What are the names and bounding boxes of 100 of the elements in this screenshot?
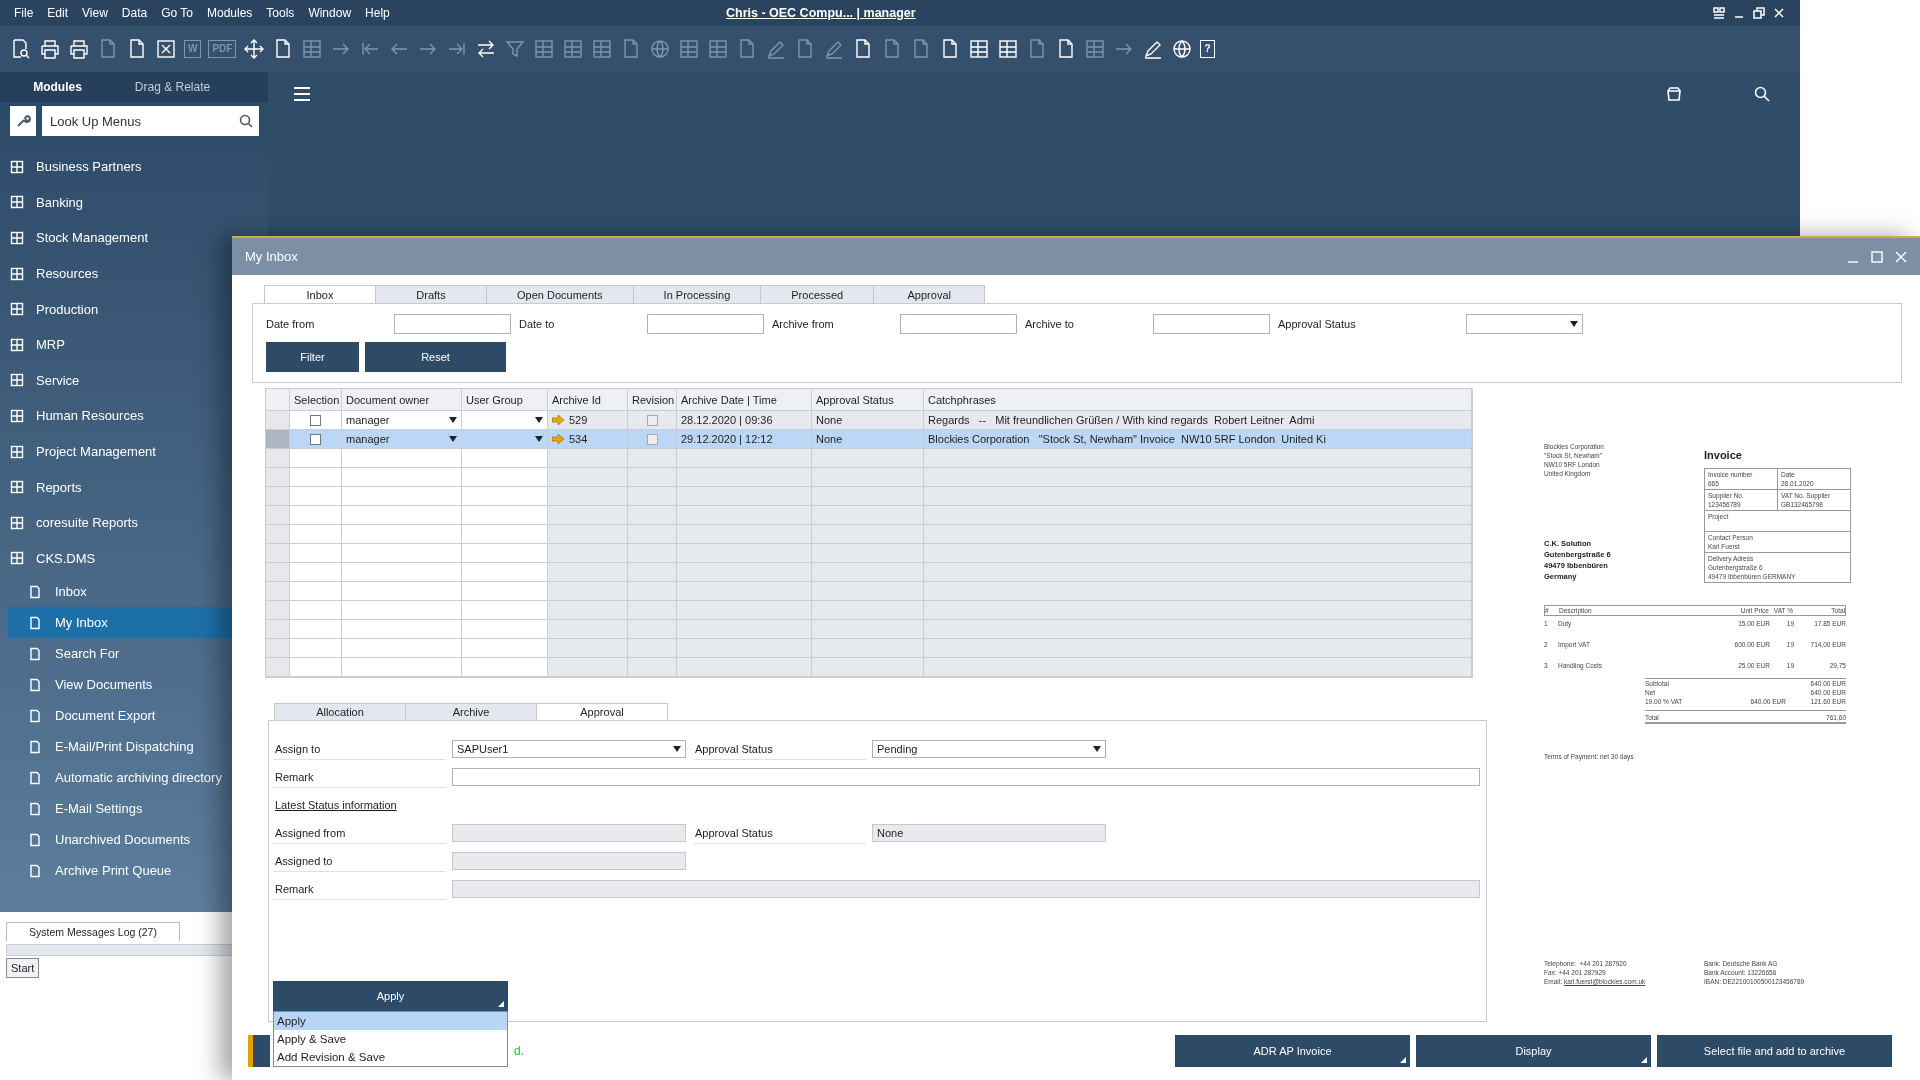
search-icon[interactable] (1754, 86, 1770, 102)
column-header[interactable]: Document owner (342, 389, 462, 411)
tab[interactable]: Approval (536, 703, 668, 720)
close-icon[interactable] (1772, 6, 1786, 20)
wrench-button[interactable] (10, 106, 36, 136)
menu-item[interactable]: View (82, 6, 108, 20)
sidebar-subitem[interactable]: Unarchived Documents (8, 824, 232, 856)
layout-icon[interactable] (1712, 6, 1726, 20)
grid-icon[interactable] (968, 38, 991, 60)
sidebar-item[interactable]: Project Management (0, 433, 232, 470)
filter-button[interactable]: Filter (266, 342, 359, 372)
dropdown-field[interactable] (1466, 314, 1583, 334)
input-field[interactable] (900, 314, 1017, 334)
table-row[interactable]: manager 534 29.12.2020 | 12:12 None Blockies Corporation "Stock St, Newham" Invoice NW10 5RF London United Ki (266, 430, 1472, 449)
tab[interactable]: Open Documents (486, 285, 634, 303)
sidebar-subitem[interactable]: View Documents (8, 669, 232, 701)
menu-item[interactable]: Help (365, 6, 390, 20)
column-header[interactable]: Catchphrases (924, 389, 1472, 411)
menu-icon[interactable] (293, 86, 311, 102)
tab[interactable]: Drafts (375, 285, 487, 303)
sidebar-item[interactable]: MRP (0, 326, 232, 363)
sidebar-item[interactable]: Service (0, 362, 232, 399)
sidebar-item[interactable]: Human Resources (0, 398, 232, 434)
restore-icon[interactable] (1752, 6, 1766, 20)
row-header-cell[interactable] (266, 430, 290, 449)
column-header[interactable]: Approval Status (812, 389, 924, 411)
dropdown-field[interactable]: Pending (872, 740, 1106, 758)
remark-field[interactable] (451, 768, 1480, 786)
menu-item[interactable]: Edit (47, 6, 69, 20)
action-button[interactable]: ADR AP Invoice (1175, 1035, 1410, 1067)
column-header[interactable]: Archive Id (548, 389, 628, 411)
sidebar-item[interactable]: CKS.DMS (0, 540, 232, 577)
sidebar-subitem[interactable]: E-Mail Settings (8, 793, 232, 825)
tab[interactable]: Approval (873, 285, 986, 303)
menu-item[interactable]: File (14, 6, 34, 20)
sidebar-subitem[interactable]: Search For (8, 638, 232, 670)
menu-item[interactable]: Apply (274, 1012, 507, 1030)
sidebar-item[interactable]: Stock Management (0, 220, 232, 256)
maximize-icon[interactable] (1870, 249, 1884, 264)
menu-item[interactable]: Modules (207, 6, 253, 20)
menu-item[interactable]: Tools (266, 6, 295, 20)
sidebar-item[interactable]: coresuite Reports (0, 504, 232, 541)
column-header[interactable]: Selection (290, 389, 342, 411)
tab[interactable]: Allocation (274, 703, 406, 720)
input-field[interactable] (1153, 314, 1270, 334)
column-header[interactable]: User Group (462, 389, 548, 411)
search-field[interactable]: Look Up Menus (42, 106, 259, 136)
sidebar-subitem[interactable]: Document Export (8, 700, 232, 732)
menu-item[interactable]: Go To (161, 6, 193, 20)
tab[interactable]: Archive (405, 703, 537, 720)
store-icon[interactable] (1666, 86, 1682, 102)
sidebar-subitem[interactable]: Archive Print Queue (8, 855, 232, 887)
sidebar-item[interactable]: Banking (0, 184, 232, 221)
sidebar-item[interactable]: Production (0, 291, 232, 327)
globe-icon[interactable] (1171, 38, 1194, 60)
system-messages-tab[interactable]: System Messages Log (27) (6, 922, 180, 941)
row-header-cell[interactable] (266, 411, 290, 430)
input-field[interactable] (394, 314, 511, 334)
sidebar-label: Stock Management (36, 230, 148, 246)
menu-item[interactable]: Window (308, 6, 352, 20)
tab[interactable]: Inbox (264, 285, 376, 303)
toolbar-button[interactable]: ? (1200, 40, 1215, 58)
menu-item[interactable]: Add Revision & Save (274, 1048, 507, 1066)
move-icon[interactable] (243, 38, 266, 60)
sidebar-subitem[interactable]: My Inbox (8, 607, 232, 639)
action-button[interactable]: Select file and add to archive (1657, 1035, 1892, 1067)
column-header[interactable]: Revision (628, 389, 677, 411)
sidebar-tab[interactable]: Drag & Relate (115, 80, 230, 94)
menu-item[interactable]: Data (121, 6, 148, 20)
tab[interactable]: Processed (760, 285, 875, 303)
field-label: Assign to (273, 738, 446, 760)
grid-icon[interactable] (997, 38, 1020, 60)
sidebar-item[interactable]: Business Partners (0, 149, 232, 185)
reset-button[interactable]: Reset (365, 342, 506, 372)
sidebar-tab[interactable]: Modules (0, 80, 115, 94)
status-info-link[interactable]: Latest Status information (273, 791, 397, 819)
dropdown-field[interactable]: SAPUser1 (452, 740, 686, 758)
printer-icon[interactable] (68, 38, 90, 60)
table-row[interactable]: manager 529 28.12.2020 | 09:36 None Regards -- Mit freundlichen Grüßen / With kind regards Robert Leitner Admi (266, 411, 1472, 430)
column-header[interactable]: Archive Date | Time (677, 389, 812, 411)
input-field[interactable] (647, 314, 764, 334)
sidebar-subitem[interactable]: E-Mail/Print Dispatching (8, 731, 232, 763)
action-button[interactable]: Display (1416, 1035, 1651, 1067)
sidebar-subitem[interactable]: Automatic archiving directory (8, 762, 232, 794)
sidebar-item[interactable]: Resources (0, 255, 232, 292)
arrow-icon[interactable] (552, 434, 564, 444)
tab[interactable]: In Processing (632, 285, 762, 303)
apply-button[interactable]: Apply (273, 981, 508, 1011)
sidebar-item[interactable]: Reports (0, 469, 232, 505)
sidebar-subitem[interactable]: Inbox (8, 576, 232, 608)
start-button[interactable]: Start (6, 958, 40, 978)
arrow-icon[interactable] (552, 415, 564, 425)
wrench-icon (15, 113, 31, 129)
printer-icon[interactable] (39, 38, 61, 60)
document-search-icon[interactable] (10, 38, 32, 60)
cross-box-icon[interactable] (155, 38, 177, 60)
checkbox[interactable] (310, 414, 321, 426)
menu-item[interactable]: Apply & Save (274, 1030, 507, 1048)
sidebar-label: Banking (36, 194, 83, 210)
checkbox[interactable] (310, 433, 321, 445)
